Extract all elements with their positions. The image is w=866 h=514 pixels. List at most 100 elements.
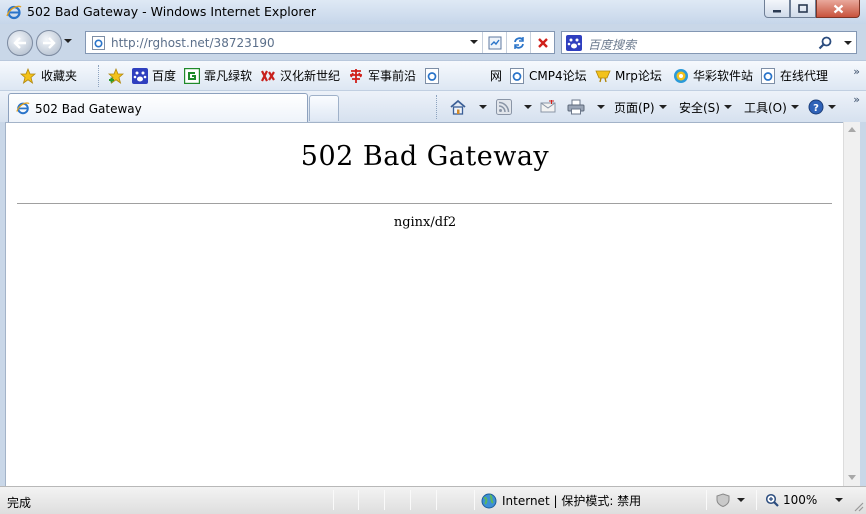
favorites-overflow-chevron-icon[interactable]: »	[853, 65, 860, 78]
popup-blocker[interactable]	[715, 493, 745, 507]
printer-icon	[567, 99, 585, 115]
back-button[interactable]	[7, 30, 33, 56]
fav-link-label: Mrp论坛	[615, 69, 662, 83]
fav-link-mrp[interactable]: Mrp论坛	[595, 67, 662, 84]
add-to-favorites-icon[interactable]	[108, 68, 124, 84]
fav-link-proxy[interactable]: 在线代理	[760, 67, 828, 84]
compatibility-view-button[interactable]	[482, 32, 506, 53]
page-menu-label: 页面(P)	[614, 100, 655, 115]
close-window-button[interactable]	[816, 0, 860, 18]
help-button[interactable]: ?	[808, 97, 836, 117]
mrp-icon	[595, 68, 611, 84]
zoom-level: 100%	[783, 493, 818, 507]
command-separator	[436, 95, 438, 119]
mail-button[interactable]	[540, 97, 556, 117]
search-box[interactable]: 百度搜索	[561, 31, 857, 54]
page-menu[interactable]: 页面(P)	[614, 97, 667, 117]
fav-link-hanhua[interactable]: 汉化新世纪	[260, 67, 340, 84]
status-divider	[436, 490, 437, 510]
refresh-icon	[513, 36, 524, 49]
scroll-down-arrow-icon[interactable]	[848, 475, 856, 480]
green-square-icon	[184, 67, 200, 84]
favorites-button[interactable]: 收藏夹	[20, 67, 77, 84]
address-dropdown[interactable]	[470, 40, 478, 44]
home-dropdown[interactable]	[479, 105, 487, 109]
search-input[interactable]: 百度搜索	[588, 36, 636, 53]
fav-link-label: 军事前沿	[368, 69, 417, 83]
page-heading: 502 Bad Gateway	[300, 141, 550, 172]
tools-menu[interactable]: 工具(O)	[744, 97, 799, 117]
command-overflow-chevron-icon[interactable]: »	[853, 93, 860, 106]
ie-page-icon	[92, 36, 105, 50]
red-logo-icon	[260, 68, 276, 84]
status-divider	[706, 490, 707, 510]
baidu-paw-icon	[566, 35, 582, 51]
home-button[interactable]	[449, 97, 487, 117]
ie-page-icon	[424, 67, 440, 84]
mail-icon	[540, 100, 556, 113]
tools-menu-dropdown	[790, 105, 799, 109]
navigation-bar: http://rghost.net/38723190 百度搜索	[0, 24, 866, 60]
vertical-scrollbar[interactable]	[843, 122, 860, 486]
safety-menu[interactable]: 安全(S)	[679, 97, 732, 117]
stop-button[interactable]	[530, 32, 554, 53]
address-bar[interactable]: http://rghost.net/38723190	[85, 31, 555, 54]
favorites-bar: 收藏夹 百度 霏凡绿软 汉化新世纪 军事前沿 网 CMP4论坛 Mrp论坛 华彩…	[0, 60, 866, 90]
forward-button[interactable]	[36, 30, 62, 56]
popup-shield-icon	[716, 493, 730, 507]
swirl-icon	[673, 68, 689, 84]
new-tab-button[interactable]	[309, 95, 339, 121]
fav-link-cmp4[interactable]: CMP4论坛	[509, 67, 587, 84]
search-options-dropdown[interactable]	[844, 41, 852, 45]
minimize-button[interactable]	[764, 0, 790, 18]
command-bar: 502 Bad Gateway 页面(P) 安全(S) 工具(O) ? »	[0, 90, 866, 123]
fav-link-label: 百度	[152, 69, 177, 83]
paw-icon	[132, 67, 148, 84]
fav-link-huacai[interactable]: 华彩软件站	[673, 67, 753, 84]
scroll-up-arrow-icon[interactable]	[848, 127, 856, 132]
fav-link-wang[interactable]: 网	[424, 67, 502, 84]
refresh-button[interactable]	[506, 32, 530, 53]
resize-grip-icon[interactable]	[853, 501, 864, 512]
ie-logo-icon	[16, 101, 30, 118]
print-button[interactable]	[567, 97, 605, 117]
safety-menu-label: 安全(S)	[679, 100, 720, 115]
tools-menu-label: 工具(O)	[744, 100, 787, 115]
home-icon	[450, 99, 466, 115]
recent-pages-dropdown[interactable]	[64, 39, 72, 43]
fav-link-feifan[interactable]: 霏凡绿软	[184, 67, 252, 84]
fav-link-label: 霏凡绿软	[204, 69, 253, 83]
status-divider	[756, 490, 757, 510]
print-dropdown[interactable]	[597, 105, 605, 109]
fav-link-label: 在线代理	[780, 69, 829, 83]
ie-logo-icon	[6, 4, 22, 20]
hua-character-icon	[348, 68, 364, 84]
fav-link-label: 华彩软件站	[693, 69, 754, 83]
maximize-button[interactable]	[790, 0, 816, 18]
status-divider	[358, 490, 359, 510]
compatibility-view-icon	[488, 36, 501, 49]
status-bar: 完成 Internet | 保护模式: 禁用 100%	[0, 486, 866, 514]
zoom-dropdown	[835, 498, 844, 502]
favorites-separator	[98, 65, 100, 87]
tab-active[interactable]: 502 Bad Gateway	[8, 93, 308, 123]
stop-icon	[537, 37, 548, 48]
fav-link-military[interactable]: 军事前沿	[348, 67, 416, 84]
address-url: http://rghost.net/38723190	[111, 36, 275, 50]
zoom-control[interactable]: 100%	[765, 493, 844, 507]
favorites-star-icon	[20, 67, 36, 84]
security-zone[interactable]: Internet | 保护模式: 禁用	[481, 492, 641, 509]
help-dropdown	[828, 105, 836, 109]
search-icon[interactable]	[818, 36, 832, 50]
feeds-button[interactable]	[496, 97, 532, 117]
fav-link-baidu[interactable]: 百度	[132, 67, 176, 84]
status-divider	[333, 490, 334, 510]
feeds-dropdown[interactable]	[524, 105, 532, 109]
window-controls	[764, 0, 860, 18]
globe-icon	[481, 493, 497, 508]
ie-page-icon	[760, 67, 776, 84]
window-title: 502 Bad Gateway - Windows Internet Explo…	[27, 4, 317, 19]
zone-text: Internet | 保护模式: 禁用	[502, 494, 642, 508]
minimize-icon	[773, 9, 781, 12]
search-controls	[818, 34, 852, 52]
